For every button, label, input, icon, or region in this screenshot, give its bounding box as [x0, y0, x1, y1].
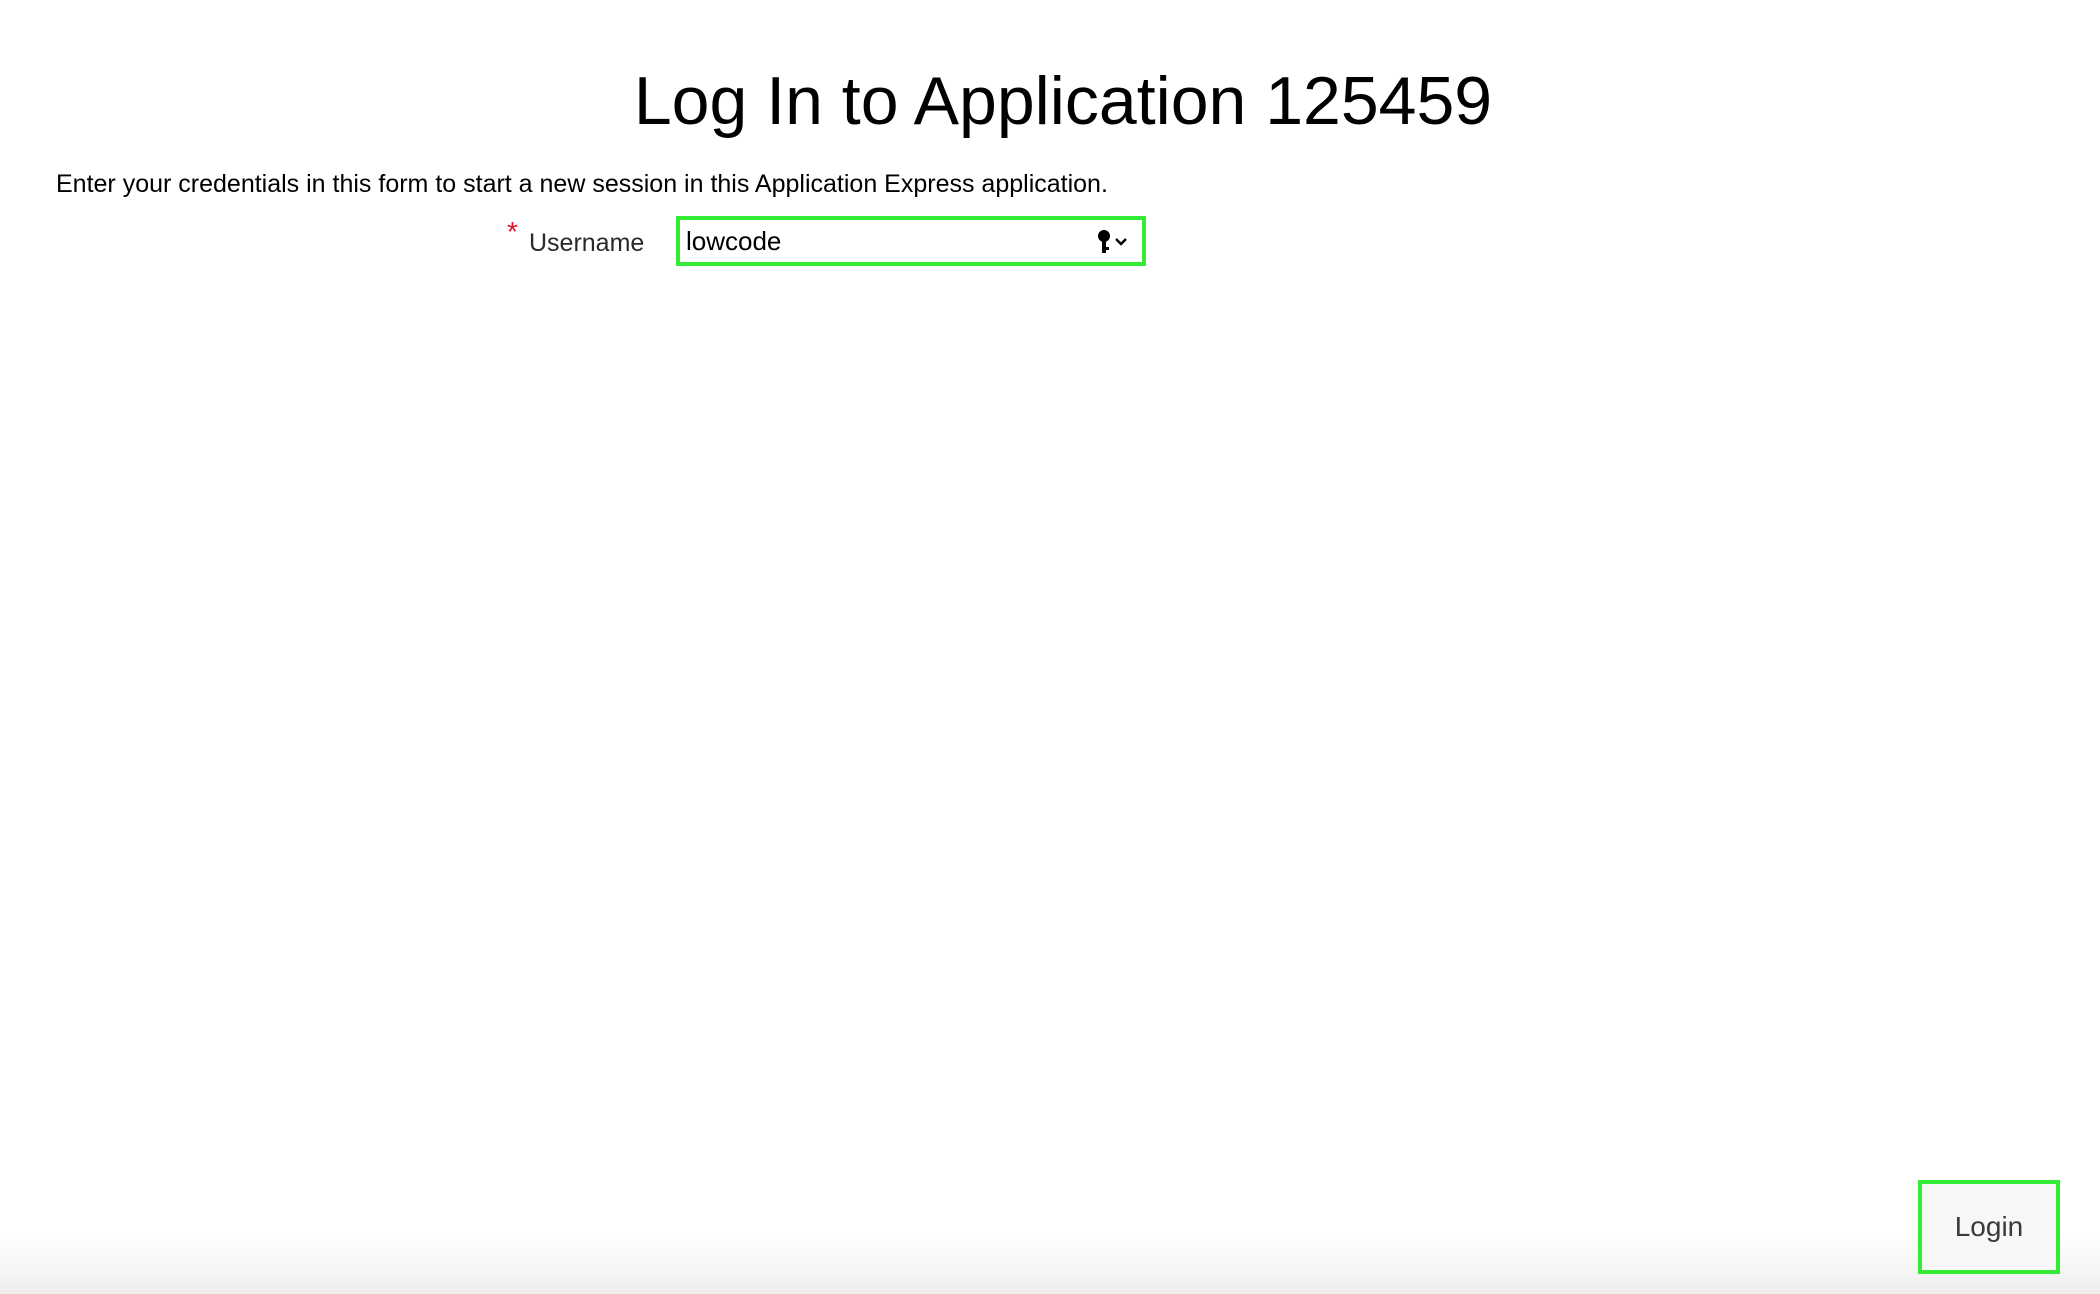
page-description: Enter your credentials in this form to s…	[56, 170, 1108, 198]
footer-bar	[0, 1234, 2100, 1294]
username-input[interactable]	[686, 224, 1086, 258]
page-title: Log In to Application 125459	[633, 63, 1493, 139]
autofill-key-icon[interactable]	[1094, 229, 1134, 255]
username-input-wrapper[interactable]	[676, 216, 1146, 266]
key-chevron-icon	[1098, 230, 1127, 253]
username-field-row: * Username	[0, 216, 1200, 268]
login-button[interactable]: Login	[1918, 1180, 2060, 1274]
required-marker: *	[507, 216, 518, 247]
login-page: Log In to Application 125459 Enter your …	[0, 0, 2100, 1294]
username-label: Username	[529, 229, 645, 257]
